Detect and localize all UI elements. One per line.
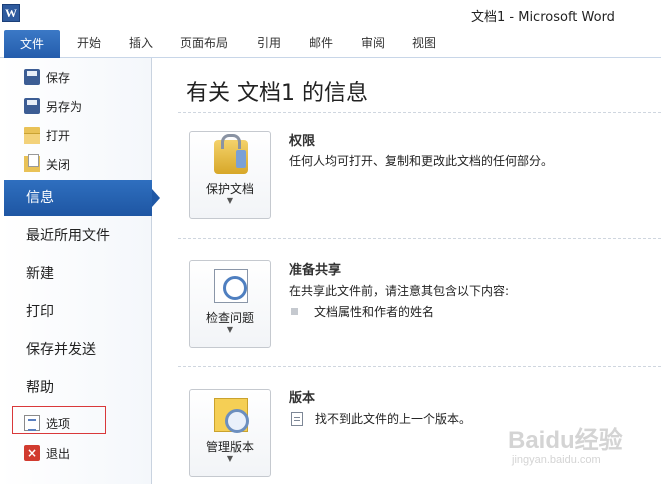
manage-versions-icon	[214, 398, 249, 433]
nav-save[interactable]: 保存	[8, 66, 138, 88]
page-title: 有关 文档1 的信息	[186, 81, 368, 106]
chevron-down-icon: ▼	[226, 454, 234, 463]
nav-save-as[interactable]: 另存为	[8, 95, 138, 117]
open-folder-icon	[24, 127, 40, 144]
nav-recent[interactable]: 最近所用文件	[4, 218, 150, 254]
title-bar: W 文档1 - Microsoft Word	[0, 0, 661, 30]
check-for-issues-label: 检查问题	[205, 311, 254, 325]
watermark-logo: Baidu经验	[508, 427, 623, 454]
tab-page-layout[interactable]: 页面布局	[180, 30, 228, 58]
manage-versions-label: 管理版本	[205, 440, 254, 454]
chevron-down-icon: ▼	[226, 196, 234, 205]
permissions-description: 任何人均可打开、复制和更改此文档的任何部分。	[289, 154, 554, 168]
nav-save-label: 保存	[46, 70, 71, 85]
nav-exit-label: 退出	[46, 446, 71, 461]
section-divider	[178, 112, 661, 113]
save-icon	[24, 69, 40, 85]
nav-options-label: 选项	[46, 416, 71, 431]
bullet-icon	[291, 308, 298, 315]
document-icon	[291, 411, 303, 426]
nav-print[interactable]: 打印	[4, 294, 150, 330]
save-as-icon	[24, 98, 40, 114]
list-item: 找不到此文件的上一个版本。	[291, 410, 471, 427]
watermark-url: jingyan.baidu.com	[512, 454, 601, 466]
prepare-sharing-heading: 准备共享	[289, 263, 342, 278]
exit-icon: ×	[24, 445, 40, 461]
inspect-document-icon	[214, 269, 248, 303]
nav-info[interactable]: 信息	[4, 180, 160, 216]
tab-review[interactable]: 审阅	[361, 30, 385, 58]
word-icon[interactable]: W	[2, 4, 20, 22]
nav-open-label: 打开	[46, 128, 71, 143]
close-document-icon	[24, 154, 40, 172]
tab-insert[interactable]: 插入	[129, 30, 153, 58]
nav-save-as-label: 另存为	[46, 99, 83, 114]
section-divider	[178, 238, 661, 239]
tab-references[interactable]: 引用	[257, 30, 281, 58]
protect-document-label: 保护文档	[205, 182, 254, 196]
lock-keys-icon	[214, 134, 248, 174]
manage-versions-button[interactable]: 管理版本 ▼	[189, 389, 271, 477]
prepare-sharing-bullet: 文档属性和作者的姓名	[314, 305, 435, 319]
backstage-nav: 保存 另存为 打开 关闭 信息 最近所用文件 新建 打印 保存并发送 帮助 选项…	[0, 58, 160, 484]
nav-open[interactable]: 打开	[8, 124, 138, 146]
protect-document-button[interactable]: 保护文档 ▼	[189, 131, 271, 219]
prepare-sharing-description: 在共享此文件前，请注意其包含以下内容:	[289, 284, 510, 298]
versions-heading: 版本	[289, 391, 316, 406]
options-icon	[24, 415, 40, 431]
tab-home[interactable]: 开始	[77, 30, 101, 58]
baidu-watermark: Baidu经验 jingyan.baidu.com	[508, 420, 658, 480]
nav-info-label: 信息	[26, 190, 54, 206]
ribbon-tab-bar: 文件 开始 插入 页面布局 引用 邮件 审阅 视图	[0, 30, 661, 59]
nav-options[interactable]: 选项	[8, 412, 138, 434]
permissions-heading: 权限	[289, 134, 316, 149]
nav-help[interactable]: 帮助	[4, 370, 150, 406]
window-title: 文档1 - Microsoft Word	[471, 10, 615, 25]
nav-close-label: 关闭	[46, 157, 71, 172]
tab-file[interactable]: 文件	[4, 30, 60, 59]
chevron-down-icon: ▼	[226, 325, 234, 334]
nav-close[interactable]: 关闭	[8, 153, 138, 175]
check-for-issues-button[interactable]: 检查问题 ▼	[189, 260, 271, 348]
tab-mailings[interactable]: 邮件	[309, 30, 333, 58]
versions-bullet: 找不到此文件的上一个版本。	[315, 412, 472, 426]
nav-save-and-send[interactable]: 保存并发送	[4, 332, 150, 368]
tab-view[interactable]: 视图	[412, 30, 436, 58]
selected-arrow-icon	[152, 189, 160, 207]
nav-exit[interactable]: × 退出	[8, 442, 138, 464]
section-divider	[178, 366, 661, 367]
list-item: 文档属性和作者的姓名	[291, 303, 434, 320]
nav-new[interactable]: 新建	[4, 256, 150, 292]
